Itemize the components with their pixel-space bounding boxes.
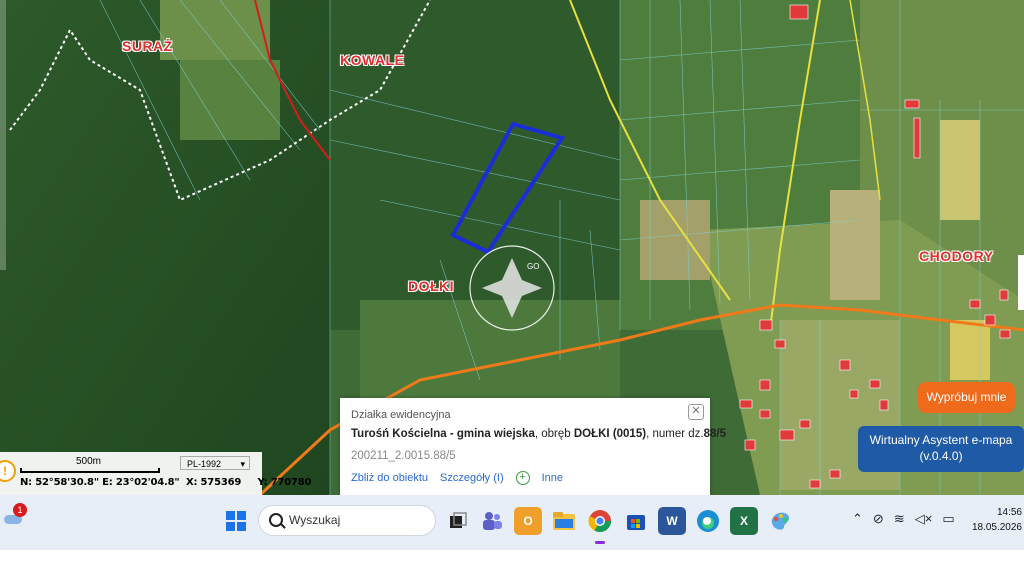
- chevron-down-icon: ▾: [240, 459, 245, 469]
- parcel-info-popup: Działka ewidencyjna Turośń Kościelna - g…: [340, 398, 726, 495]
- search-icon: [269, 513, 283, 527]
- scale-label: 500m: [76, 456, 102, 467]
- plus-circle-icon[interactable]: +: [515, 471, 530, 485]
- clock-date: 18.05.2026: [971, 522, 1022, 533]
- numer-prefix: , numer dz.: [646, 428, 704, 440]
- obreb-name: DOŁKI (0015): [573, 428, 647, 440]
- other-link[interactable]: Inne: [542, 472, 563, 484]
- task-view-icon[interactable]: [444, 507, 472, 535]
- chrome-icon[interactable]: [586, 507, 614, 535]
- file-explorer-icon[interactable]: [550, 507, 578, 535]
- microsoft-store-icon[interactable]: [622, 507, 650, 535]
- projection-value: PL-1992: [187, 459, 222, 469]
- place-label-dolki: DOŁKI: [408, 278, 455, 294]
- chevron-up-icon[interactable]: ⌃: [852, 511, 863, 527]
- close-icon[interactable]: ✕: [688, 404, 704, 420]
- windows-taskbar: 1 Wyszukaj O W X ⌃ ⊘ ≋ ◁× ▭ 14:56 18.05.…: [0, 495, 1024, 550]
- edge-icon[interactable]: [694, 507, 722, 535]
- system-tray: ⌃ ⊘ ≋ ◁× ▭: [852, 511, 955, 527]
- teams-icon[interactable]: [478, 507, 506, 535]
- scale-bar: [20, 468, 160, 473]
- clock[interactable]: 14:56 18.05.2026: [972, 505, 1022, 535]
- parcel-id-code: 200211_2.0015.88/5: [351, 450, 456, 462]
- blank-area: [0, 550, 1024, 576]
- popup-links: Zbliż do obiektu Szczegóły (I) + Inne: [351, 471, 563, 485]
- assistant-title: Wirtualny Asystent e-mapa: [869, 433, 1013, 447]
- excel-icon[interactable]: X: [730, 507, 758, 535]
- place-label-chodory: CHODORY: [919, 248, 994, 264]
- battery-icon[interactable]: ▭: [942, 511, 954, 527]
- parcel-number: 88/5: [703, 428, 726, 440]
- parcel-description: Turośń Kościelna - gmina wiejska, obręb …: [351, 428, 726, 440]
- place-label-suraz: SURAŻ: [122, 38, 173, 54]
- compass-rose-icon[interactable]: [469, 245, 555, 331]
- try-me-button[interactable]: Wypróbuj mnie: [918, 382, 1015, 413]
- notification-badge: 1: [13, 503, 27, 517]
- active-app-indicator: [595, 541, 605, 544]
- details-link[interactable]: Szczegóły (I): [440, 472, 504, 484]
- search-placeholder: Wyszukaj: [289, 513, 341, 527]
- paint-icon[interactable]: [766, 507, 794, 535]
- coordinates-readout: N: 52°58'30.8" E: 23°02'04.8" X: 575369 …: [20, 477, 312, 488]
- obreb-prefix: , obręb: [534, 428, 574, 440]
- compass-label: GO: [527, 262, 540, 271]
- clock-time: 14:56: [996, 507, 1022, 518]
- projection-select[interactable]: PL-1992 ▾: [180, 456, 250, 470]
- popup-title: Działka ewidencyjna: [351, 409, 451, 421]
- gmina-name: Turośń Kościelna - gmina wiejska: [351, 428, 535, 440]
- taskbar-search-input[interactable]: Wyszukaj: [258, 505, 436, 536]
- wifi-icon[interactable]: ≋: [894, 511, 905, 527]
- word-icon[interactable]: W: [658, 507, 686, 535]
- speaker-muted-icon[interactable]: ◁×: [915, 511, 933, 527]
- left-edge-handle[interactable]: [0, 0, 6, 270]
- place-label-kowale: KOWALE: [340, 52, 405, 68]
- assistant-version: (v.0.4.0): [919, 449, 963, 463]
- do-not-disturb-icon[interactable]: ⊘: [873, 511, 884, 527]
- weather-widget[interactable]: 1: [2, 503, 27, 527]
- zoom-to-object-link[interactable]: Zbliż do obiektu: [351, 472, 428, 484]
- outlook-icon[interactable]: O: [514, 507, 542, 535]
- scale-and-coordinates-panel: 500m PL-1992 ▾ N: 52°58'30.8" E: 23°02'0…: [0, 452, 312, 495]
- virtual-assistant-button[interactable]: Wirtualny Asystent e-mapa (v.0.4.0): [858, 426, 1024, 472]
- windows-start-icon[interactable]: [222, 507, 250, 535]
